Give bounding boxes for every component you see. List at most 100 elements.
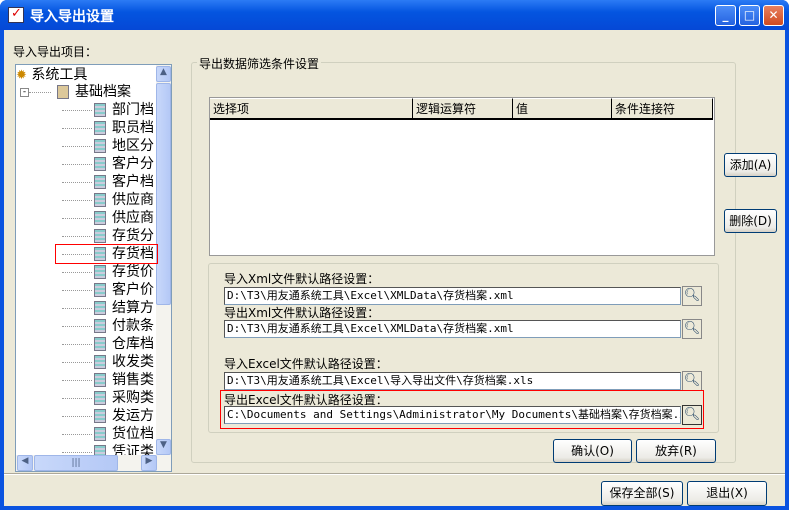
scroll-right-button[interactable]: ▶	[141, 455, 157, 471]
document-icon	[94, 319, 106, 333]
tree-item[interactable]: 客户分	[62, 155, 154, 173]
title-bar: 导入导出设置 _ □ ✕	[0, 0, 789, 30]
browse-import-xml-button[interactable]: 🔍︎	[682, 286, 702, 306]
magnifier-icon: 🔍︎	[683, 288, 701, 303]
document-icon	[94, 229, 106, 243]
window-title: 导入导出设置	[30, 9, 114, 25]
scroll-up-button[interactable]: ▲	[156, 66, 171, 82]
document-icon	[94, 157, 106, 171]
scroll-h-thumb[interactable]: |||	[34, 455, 118, 471]
tree-item[interactable]: 付款条	[62, 317, 154, 335]
tools-icon: ✹	[16, 68, 27, 83]
tree-item-label: 采购类	[112, 390, 154, 406]
item-tree[interactable]: ✹ 系统工具 - 基础档案 部门档 职员档 地区分 客户分 客户档 供应商 供应商 存货分 存货档…	[15, 64, 172, 472]
tree-item[interactable]: 货位档	[62, 425, 154, 443]
document-icon	[94, 139, 106, 153]
document-icon	[94, 193, 106, 207]
tree-root-label: 系统工具	[31, 67, 88, 83]
discard-button[interactable]: 放弃(R)	[636, 439, 716, 463]
tree-item-label: 发运方	[112, 408, 154, 424]
tree-group[interactable]: - 基础档案	[20, 83, 131, 101]
tree-item-label: 销售类	[112, 372, 154, 388]
delete-button[interactable]: 删除(D)	[724, 209, 777, 233]
browse-export-xml-button[interactable]: 🔍︎	[682, 319, 702, 339]
export-xml-path-input[interactable]: D:\T3\用友通系统工具\Excel\XMLData\存货档案.xml	[224, 320, 681, 338]
document-icon	[94, 211, 106, 225]
browse-export-excel-button[interactable]: 🔍︎	[682, 405, 702, 425]
import-xml-path-input[interactable]: D:\T3\用友通系统工具\Excel\XMLData\存货档案.xml	[224, 287, 681, 305]
tree-item-label: 货位档	[112, 426, 154, 442]
browse-import-excel-button[interactable]: 🔍︎	[682, 371, 702, 391]
import-xml-label: 导入Xml文件默认路径设置：	[224, 272, 380, 286]
add-button[interactable]: 添加(A)	[724, 153, 777, 177]
tree-item-label: 仓库档	[112, 336, 154, 352]
tree-item[interactable]: 存货价	[62, 263, 154, 281]
tree-item[interactable]: 采购类	[62, 389, 154, 407]
tree-item[interactable]: 职员档	[62, 119, 154, 137]
tree-item-label: 职员档	[112, 120, 154, 136]
magnifier-icon: 🔍︎	[683, 321, 701, 336]
document-icon	[94, 283, 106, 297]
document-icon	[94, 265, 106, 279]
tree-item-label: 地区分	[112, 138, 154, 154]
document-icon	[94, 337, 106, 351]
selected-highlight	[55, 244, 158, 264]
column-header[interactable]: 条件连接符	[612, 98, 713, 120]
document-icon	[94, 409, 106, 423]
tree-item[interactable]: 地区分	[62, 137, 154, 155]
app-icon	[8, 6, 24, 23]
document-icon	[94, 301, 106, 315]
filter-group-title: 导出数据筛选条件设置	[197, 55, 322, 72]
tree-group-label: 基础档案	[75, 84, 131, 100]
tree-item-label: 存货价	[112, 264, 154, 280]
column-header[interactable]: 值	[513, 98, 612, 120]
document-icon	[94, 427, 106, 441]
scroll-thumb[interactable]	[156, 83, 171, 305]
tree-item[interactable]: 客户价	[62, 281, 154, 299]
tree-item[interactable]: 销售类	[62, 371, 154, 389]
tree-item[interactable]: 部门档	[62, 101, 154, 119]
filter-grid[interactable]: 选择项 逻辑运算符 值 条件连接符	[209, 97, 715, 256]
scroll-left-button[interactable]: ◀	[17, 455, 33, 471]
tree-item-label: 客户分	[112, 156, 154, 172]
tree-item-label: 部门档	[112, 102, 154, 118]
document-icon	[94, 175, 106, 189]
close-button[interactable]: ✕	[763, 5, 784, 26]
confirm-button[interactable]: 确认(O)	[553, 439, 632, 463]
minimize-button[interactable]: _	[715, 5, 736, 26]
tree-item[interactable]: 发运方	[62, 407, 154, 425]
document-icon	[94, 121, 106, 135]
tree-item[interactable]: 存货分	[62, 227, 154, 245]
column-header[interactable]: 选择项	[210, 98, 413, 120]
tree-item[interactable]: 供应商	[62, 191, 154, 209]
tree-item-label: 供应商	[112, 210, 154, 226]
tree-item-label: 客户价	[112, 282, 154, 298]
tree-root[interactable]: ✹ 系统工具	[16, 66, 87, 84]
tree-item[interactable]: 结算方	[62, 299, 154, 317]
tree-item-label: 付款条	[112, 318, 154, 334]
tree-item[interactable]: 客户档	[62, 173, 154, 191]
export-xml-label: 导出Xml文件默认路径设置：	[224, 306, 380, 320]
folder-icon	[57, 85, 69, 99]
document-icon	[94, 373, 106, 387]
tree-item[interactable]: 仓库档	[62, 335, 154, 353]
tree-item-label: 供应商	[112, 192, 154, 208]
exit-button[interactable]: 退出(X)	[687, 481, 767, 506]
magnifier-icon: 🔍︎	[683, 407, 701, 422]
document-icon	[94, 355, 106, 369]
tree-vertical-scrollbar[interactable]: ▲ ▼	[156, 65, 171, 456]
column-header[interactable]: 逻辑运算符	[413, 98, 513, 120]
tree-item[interactable]: 供应商	[62, 209, 154, 227]
scroll-down-button[interactable]: ▼	[156, 439, 171, 455]
separator	[4, 473, 785, 475]
tree-item-label: 客户档	[112, 174, 154, 190]
tree-item-label: 结算方	[112, 300, 154, 316]
tree-item[interactable]: 收发类	[62, 353, 154, 371]
maximize-button[interactable]: □	[739, 5, 760, 26]
items-label: 导入导出项目：	[13, 45, 98, 59]
import-excel-path-input[interactable]: D:\T3\用友通系统工具\Excel\导入导出文件\存货档案.xls	[224, 372, 681, 390]
collapse-icon[interactable]: -	[20, 87, 29, 97]
export-excel-path-input[interactable]: C:\Documents and Settings\Administrator\…	[224, 406, 681, 424]
save-all-button[interactable]: 保存全部(S)	[601, 481, 683, 506]
tree-horizontal-scrollbar[interactable]: ◀ ||| ▶	[16, 455, 171, 471]
